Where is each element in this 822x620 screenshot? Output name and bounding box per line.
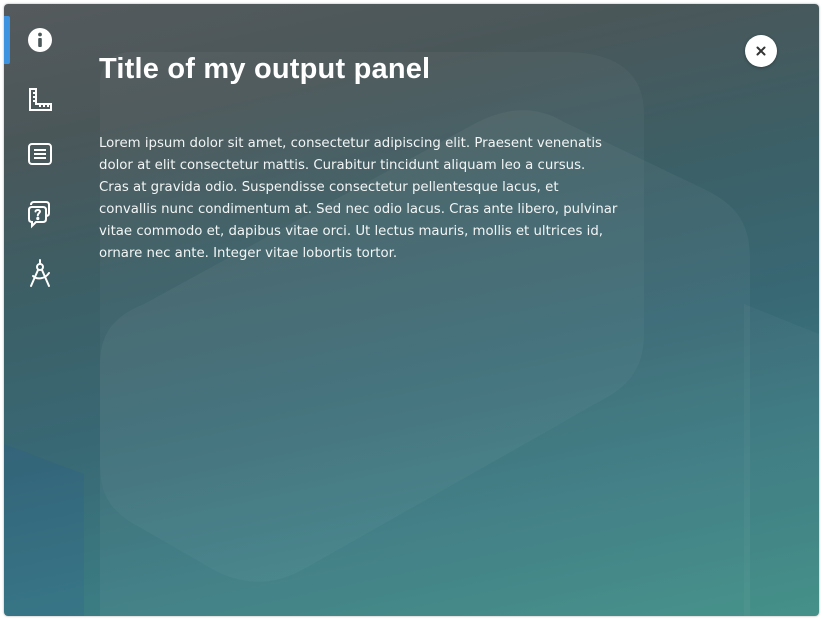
panel-title: Title of my output panel: [99, 53, 431, 85]
sidebar: [4, 4, 76, 616]
document-list-icon: [27, 141, 53, 167]
ruler-icon: [27, 87, 53, 113]
sidebar-item-help[interactable]: [4, 190, 76, 238]
active-indicator: [4, 16, 10, 64]
output-panel: Title of my output panel Lorem ipsum dol…: [4, 4, 819, 616]
question-chat-icon: [26, 199, 54, 229]
close-icon: [756, 44, 766, 59]
sidebar-item-document[interactable]: [4, 130, 76, 178]
sidebar-item-tools[interactable]: [4, 250, 76, 298]
panel-body-text: Lorem ipsum dolor sit amet, consectetur …: [99, 136, 618, 261]
background-hexagon-shapes: [4, 110, 750, 616]
sidebar-item-info[interactable]: [4, 16, 76, 64]
compass-tool-icon: [27, 259, 53, 289]
close-button[interactable]: [745, 35, 777, 67]
info-icon: [27, 27, 53, 53]
sidebar-item-measure[interactable]: [4, 76, 76, 124]
